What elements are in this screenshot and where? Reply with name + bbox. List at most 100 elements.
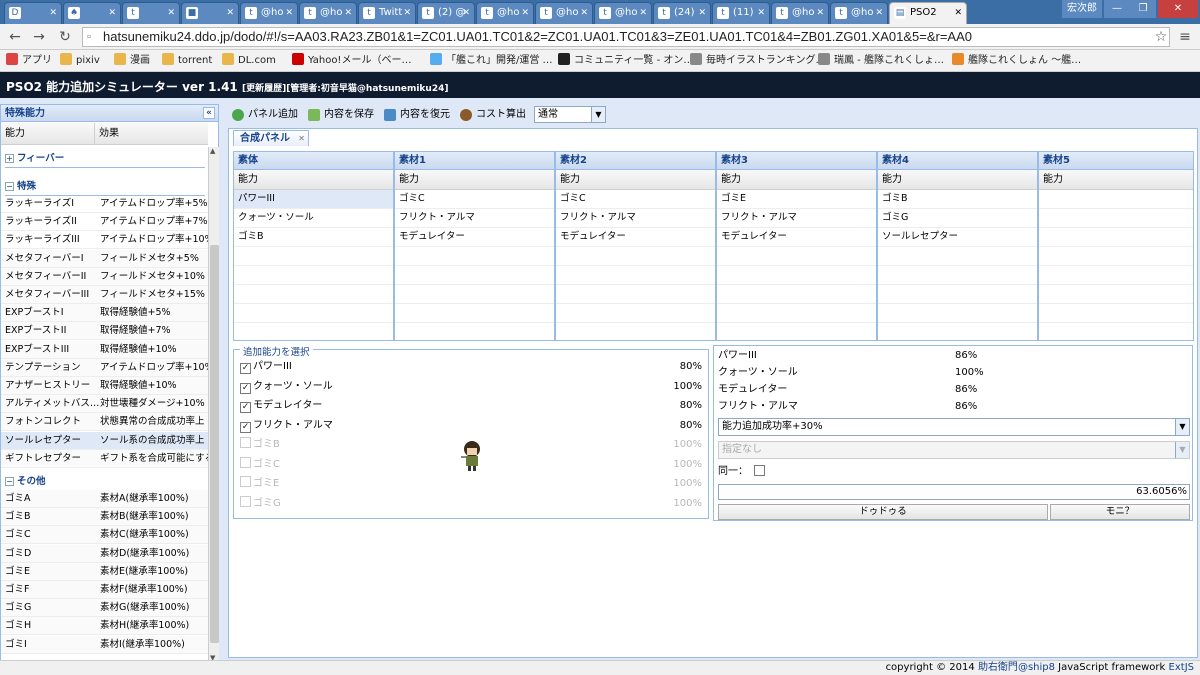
same-checkbox[interactable]: [754, 465, 765, 476]
list-item[interactable]: ラッキーライズII アイテムドロップ率+7%: [1, 213, 208, 232]
choice-checkbox[interactable]: ✓: [240, 402, 251, 413]
reload-icon[interactable]: ↻: [56, 28, 74, 46]
grid-cell-empty[interactable]: [395, 285, 554, 304]
bookmark-item[interactable]: Yahoo!メール（ベー…: [292, 53, 411, 69]
list-item[interactable]: ゴミB 素材B(継承率100%): [1, 508, 208, 527]
list-item[interactable]: EXPブーストII 取得経験値+7%: [1, 322, 208, 341]
grid-cell-empty[interactable]: [1039, 209, 1193, 228]
close-icon[interactable]: ✕: [521, 3, 529, 23]
bookmark-item[interactable]: アプリ: [6, 53, 52, 69]
ability-choice[interactable]: ✓ クォーツ・ソール 100%: [240, 378, 702, 396]
column-title[interactable]: 素材3: [717, 152, 876, 170]
ship-link[interactable]: @ship8: [1018, 662, 1055, 673]
grid-cell-empty[interactable]: [878, 266, 1037, 285]
grid-cell-empty[interactable]: [1039, 228, 1193, 247]
column-header-ability[interactable]: 能力: [1, 123, 95, 145]
browser-tab[interactable]: t Twitt ✕: [358, 2, 416, 24]
ability-choice[interactable]: ゴミE 100%: [240, 475, 702, 493]
ability-choice[interactable]: ✓ パワーIII 80%: [240, 358, 702, 376]
list-item[interactable]: ゴミF 素材F(継承率100%): [1, 581, 208, 599]
list-item[interactable]: ラッキーライズI アイテムドロップ率+5%: [1, 195, 208, 213]
close-icon[interactable]: ✕: [954, 3, 962, 23]
choice-checkbox[interactable]: [240, 476, 251, 487]
grid-cell-empty[interactable]: [234, 304, 393, 323]
grid-cell[interactable]: モデュレイター: [717, 228, 876, 247]
choice-checkbox[interactable]: ✓: [240, 421, 251, 433]
column-header-effect[interactable]: 効果: [95, 123, 208, 145]
grid-cell[interactable]: ゴミE: [717, 190, 876, 209]
grid-cell-empty[interactable]: [717, 247, 876, 266]
bookmark-item[interactable]: 漫画: [114, 53, 150, 69]
close-icon[interactable]: ✕: [875, 3, 883, 23]
window-close-icon[interactable]: ✕: [1158, 0, 1198, 18]
ability-choice[interactable]: ゴミG 100%: [240, 495, 702, 513]
expand-icon[interactable]: +: [5, 154, 14, 163]
column-header-ability[interactable]: 能力: [395, 170, 554, 190]
column-header-ability[interactable]: 能力: [878, 170, 1037, 190]
collapse-icon[interactable]: −: [5, 477, 14, 486]
close-icon[interactable]: ✕: [639, 3, 647, 23]
close-icon[interactable]: ✕: [298, 131, 305, 146]
close-icon[interactable]: ✕: [403, 3, 411, 23]
browser-tab[interactable]: t (24) ✕: [653, 2, 711, 24]
back-icon[interactable]: ←: [6, 28, 24, 46]
tab-synthesis-panel[interactable]: 合成パネル ✕: [233, 130, 309, 146]
group-fever[interactable]: + フィーバー: [5, 150, 205, 168]
list-item[interactable]: EXPブーストIII 取得経験値+10%: [1, 340, 208, 359]
list-item[interactable]: ゴミD 素材D(継承率100%): [1, 544, 208, 563]
url-input[interactable]: ▫ hatsunemiku24.ddo.jp/dodo/#!/s=AA03.RA…: [82, 27, 1170, 47]
minimize-icon[interactable]: —: [1104, 0, 1130, 18]
app-subtitle[interactable]: [更新履歴][管理者:初音早猫@hatsunemiku24]: [242, 84, 449, 94]
add-panel-button[interactable]: パネル追加: [232, 106, 298, 124]
column-header-ability[interactable]: 能力: [717, 170, 876, 190]
browser-tab[interactable]: t @ho ✕: [535, 2, 593, 24]
scrollbar-thumb[interactable]: [210, 245, 219, 643]
grid-cell-empty[interactable]: [1039, 266, 1193, 285]
list-item[interactable]: テンプテーション アイテムドロップ率+10%: [1, 358, 208, 377]
list-item[interactable]: メセタフィーバーI フィールドメセタ+5%: [1, 249, 208, 268]
group-special[interactable]: − 特殊: [5, 178, 205, 196]
browser-tab[interactable]: t (2) @ ✕: [417, 2, 475, 24]
list-item[interactable]: メセタフィーバーIII フィールドメセタ+15%: [1, 286, 208, 304]
list-item[interactable]: ゴミA 素材A(継承率100%): [1, 490, 208, 508]
browser-tab[interactable]: t @ho ✕: [771, 2, 829, 24]
moni-button[interactable]: モニ？: [1050, 504, 1190, 520]
mode-select[interactable]: 通常 ▼: [534, 106, 606, 123]
menu-icon[interactable]: ≡: [1176, 28, 1194, 46]
bookmark-item[interactable]: 毎時イラストランキング…: [690, 53, 826, 69]
choice-checkbox[interactable]: [240, 495, 251, 507]
list-item[interactable]: ゴミE 素材E(継承率100%): [1, 562, 208, 581]
grid-cell-empty[interactable]: [717, 304, 876, 323]
list-item[interactable]: ゴミG 素材G(継承率100%): [1, 599, 208, 618]
choice-checkbox[interactable]: ✓: [240, 382, 251, 394]
ability-choice[interactable]: ✓ モデュレイター 80%: [240, 397, 702, 415]
grid-cell-empty[interactable]: [878, 247, 1037, 266]
grid-cell-empty[interactable]: [395, 247, 554, 266]
grid-cell-empty[interactable]: [878, 285, 1037, 304]
boost-select[interactable]: 能力追加成功率+30% ▼: [718, 418, 1190, 436]
close-icon[interactable]: ✕: [344, 3, 352, 23]
list-item[interactable]: メセタフィーバーII フィールドメセタ+10%: [1, 267, 208, 286]
browser-tab[interactable]: ■ ✕: [181, 2, 239, 24]
close-icon[interactable]: ✕: [226, 3, 234, 23]
browser-tab[interactable]: ▤ PSO2 ✕: [889, 2, 967, 24]
grid-cell[interactable]: ゴミB: [878, 190, 1037, 209]
grid-cell[interactable]: モデュレイター: [395, 228, 554, 247]
list-item[interactable]: ギフトレセプター ギフト系を合成可能にする: [1, 449, 208, 468]
grid-cell[interactable]: ゴミB: [234, 228, 393, 247]
list-item[interactable]: EXPブーストI 取得経験値+5%: [1, 304, 208, 323]
bookmark-item[interactable]: 「艦これ」開発/運営 …: [430, 53, 553, 69]
column-title[interactable]: 素体: [234, 152, 393, 170]
ability-choice[interactable]: ✓ フリクト・アルマ 80%: [240, 417, 702, 435]
grid-cell[interactable]: フリクト・アルマ: [717, 209, 876, 228]
list-item[interactable]: ラッキーライズIII アイテムドロップ率+10%: [1, 231, 208, 250]
browser-tab[interactable]: t @ho ✕: [299, 2, 357, 24]
bookmark-item[interactable]: torrent: [162, 53, 212, 69]
group-other[interactable]: − その他: [5, 473, 205, 491]
grid-cell[interactable]: ゴミG: [878, 209, 1037, 228]
grid-cell[interactable]: ゴミC: [395, 190, 554, 209]
dodoru-button[interactable]: ドゥドゥる: [718, 504, 1048, 520]
browser-tab[interactable]: D ✕: [4, 2, 62, 24]
grid-cell-empty[interactable]: [556, 304, 715, 323]
grid-cell[interactable]: フリクト・アルマ: [556, 209, 715, 228]
